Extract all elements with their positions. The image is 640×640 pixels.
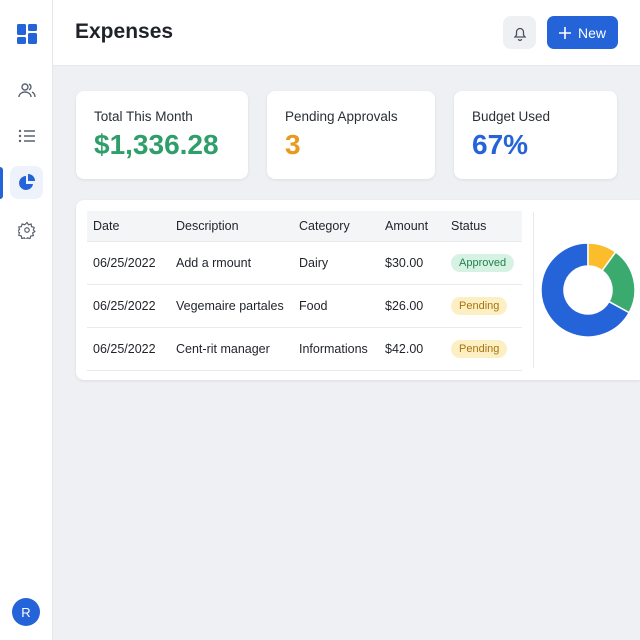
avatar[interactable]: R <box>12 598 40 626</box>
card-total-this-month: Total This Month $1,336.28 <box>76 91 248 179</box>
sidebar-item-users[interactable] <box>10 73 43 106</box>
header: Expenses New <box>53 0 640 66</box>
cell-category: Informations <box>293 326 379 371</box>
card-value: 3 <box>285 129 301 160</box>
card-value: $1,336.28 <box>94 129 219 160</box>
bell-icon <box>513 27 526 41</box>
plus-icon <box>558 26 571 39</box>
new-button[interactable]: New <box>547 16 618 49</box>
page-title: Expenses <box>75 20 174 43</box>
card-label: Total This Month <box>94 109 193 124</box>
table-header: Date Description Category Amount Status <box>87 211 522 241</box>
cell-category: Dairy <box>293 240 379 284</box>
sidebar-item-settings[interactable] <box>10 213 43 246</box>
cell-description: Add a rmount <box>170 240 293 284</box>
expenses-table: Date Description Category Amount Status … <box>87 211 522 371</box>
col-category[interactable]: Category <box>293 211 379 241</box>
card-value: 67% <box>472 129 529 160</box>
cell-date: 06/25/2022 <box>87 240 170 284</box>
active-indicator <box>0 167 3 199</box>
sidebar-item-dashboard[interactable] <box>10 17 43 50</box>
col-amount[interactable]: Amount <box>379 211 445 241</box>
cell-amount: $26.00 <box>379 283 445 327</box>
cell-description: Vegemaire partales <box>170 283 293 327</box>
cell-description: Cent-rit manager <box>170 326 293 371</box>
pie-chart-icon <box>18 173 35 190</box>
table-row[interactable]: 06/25/2022 Add a rmount Dairy $30.00 App… <box>87 240 522 284</box>
divider <box>533 212 534 368</box>
card-budget-used: Budget Used 67% <box>454 91 617 179</box>
col-status[interactable]: Status <box>445 211 522 241</box>
cell-amount: $30.00 <box>379 240 445 284</box>
users-icon <box>17 82 36 97</box>
list-icon <box>18 129 35 142</box>
card-label: Pending Approvals <box>285 109 398 124</box>
card-pending-approvals: Pending Approvals 3 <box>267 91 435 179</box>
col-description[interactable]: Description <box>170 211 293 241</box>
table-row[interactable]: 06/25/2022 Cent-rit manager Informations… <box>87 326 522 371</box>
cell-category: Food <box>293 283 379 327</box>
sidebar-item-reports[interactable] <box>10 166 43 199</box>
status-badge: Pending <box>451 339 508 358</box>
cell-date: 06/25/2022 <box>87 326 170 371</box>
expenses-panel: Date Description Category Amount Status … <box>76 200 640 380</box>
sidebar: R <box>0 0 53 640</box>
status-badge: Approved <box>451 253 515 272</box>
card-label: Budget Used <box>472 109 551 124</box>
gear-icon <box>17 221 36 239</box>
notifications-button[interactable] <box>503 16 536 49</box>
cell-date: 06/25/2022 <box>87 283 170 327</box>
new-button-label: New <box>577 24 606 41</box>
table-row[interactable]: 06/25/2022 Vegemaire partales Food $26.0… <box>87 283 522 327</box>
dashboard-icon <box>16 23 37 44</box>
status-badge: Pending <box>451 296 508 315</box>
col-date[interactable]: Date <box>87 211 170 241</box>
sidebar-item-list[interactable] <box>10 119 43 152</box>
donut-chart <box>540 242 636 338</box>
cell-amount: $42.00 <box>379 326 445 371</box>
